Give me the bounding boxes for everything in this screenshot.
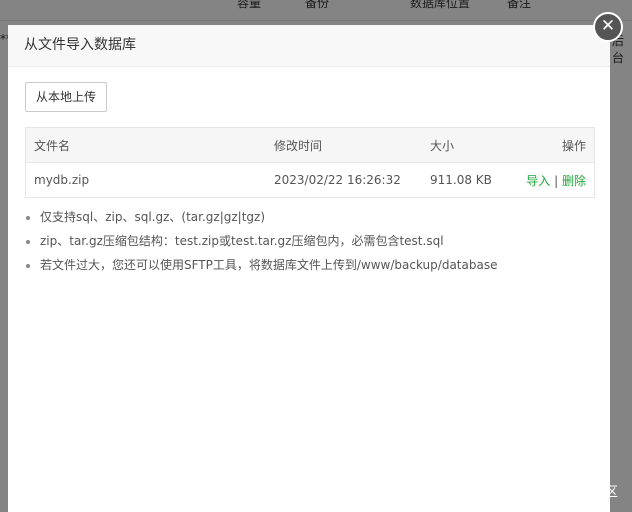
dialog-title: 从文件导入数据库: [8, 25, 610, 67]
file-name: mydb.zip: [25, 162, 266, 198]
tip-item: 仅支持sql、zip、sql.gz、(tar.gz|gz|tgz): [40, 205, 497, 229]
col-size: 大小: [422, 127, 510, 163]
tips-list: 仅支持sql、zip、sql.gz、(tar.gz|gz|tgz) zip、ta…: [8, 205, 497, 277]
file-size: 911.08 KB: [422, 162, 510, 198]
file-mtime: 2023/02/22 16:26:32: [266, 162, 422, 198]
col-mtime: 修改时间: [266, 127, 422, 163]
separator: |: [554, 173, 559, 188]
tip-item: 若文件过大，您还可以使用SFTP工具，将数据库文件上传到/www/backup/…: [40, 253, 497, 277]
import-link[interactable]: 导入: [526, 174, 550, 188]
col-filename: 文件名: [25, 127, 266, 163]
file-table: 文件名 修改时间 大小 操作 mydb.zip 2023/02/22 16:26…: [25, 127, 595, 198]
col-actions: 操作: [509, 127, 595, 163]
table-header: 文件名 修改时间 大小 操作: [25, 127, 595, 163]
tip-item: zip、tar.gz压缩包结构：test.zip或test.tar.gz压缩包内…: [40, 229, 497, 253]
watermark: @稀土掘金技术社区: [500, 485, 618, 500]
close-icon[interactable]: ✕: [593, 12, 623, 42]
table-row: mydb.zip 2023/02/22 16:26:32 911.08 KB 导…: [25, 162, 595, 198]
delete-link[interactable]: 删除: [562, 174, 586, 188]
upload-local-button[interactable]: 从本地上传: [25, 82, 108, 112]
import-dialog: 从文件导入数据库 从本地上传 文件名 修改时间 大小 操作 mydb.zip 2…: [8, 25, 610, 512]
